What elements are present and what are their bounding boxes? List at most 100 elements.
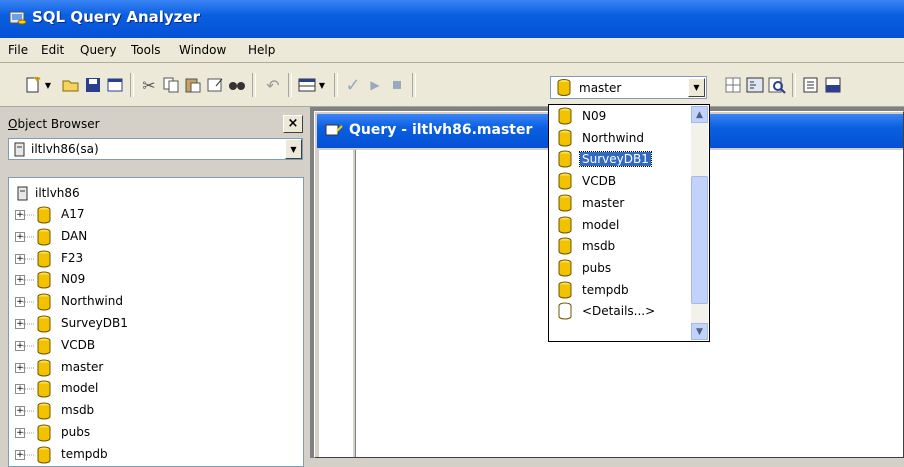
results-mode-dropdown-icon[interactable]: ▼	[316, 74, 328, 96]
show-estimated-plan-icon[interactable]	[722, 74, 744, 96]
scroll-down-icon[interactable]: ▼	[691, 323, 708, 340]
database-icon	[37, 424, 51, 445]
object-tree[interactable]: iltlvh86 + A17 + DAN + F23 + N09 + Northwind + Surv…	[8, 177, 304, 467]
copy-icon[interactable]	[160, 74, 182, 96]
menu-tools[interactable]: Tools	[131, 43, 161, 57]
app-title-bar: SQL Query Analyzer	[0, 0, 904, 38]
dropdown-option[interactable]: VCDB	[550, 171, 690, 193]
details-icon	[558, 302, 572, 323]
paste-icon[interactable]	[182, 74, 204, 96]
dropdown-option[interactable]: model	[550, 215, 690, 237]
chevron-down-icon[interactable]: ▼	[688, 78, 705, 97]
database-select[interactable]: master ▼	[550, 76, 707, 99]
scroll-up-icon[interactable]: ▲	[691, 106, 708, 123]
object-search-icon[interactable]	[766, 74, 788, 96]
tree-node-database[interactable]: + tempdb	[9, 445, 299, 465]
database-icon	[558, 281, 572, 302]
object-browser-title-rest: bject Browser	[17, 117, 100, 131]
tree-connector	[23, 301, 35, 303]
menu-bar: File Edit Query Tools Window Help	[0, 38, 904, 63]
database-icon	[37, 293, 51, 314]
results-mode-icon[interactable]	[296, 74, 318, 96]
tree-root-server[interactable]: iltlvh86	[9, 184, 299, 204]
server-select[interactable]: iltlvh86(sa) ▼	[8, 138, 303, 160]
database-icon	[558, 259, 572, 280]
dropdown-scrollbar[interactable]: ▲ ▼	[691, 106, 708, 340]
tree-connector	[23, 410, 35, 412]
tree-node-database[interactable]: + model	[9, 379, 299, 399]
tree-node-label: VCDB	[61, 337, 96, 352]
undo-icon[interactable]: ↶	[262, 74, 284, 96]
dropdown-option[interactable]: N09	[550, 106, 690, 128]
find-icon[interactable]	[226, 74, 248, 96]
database-icon	[37, 359, 51, 380]
database-icon	[37, 228, 51, 249]
tree-node-database[interactable]: + VCDB	[9, 336, 299, 356]
dropdown-option[interactable]: pubs	[550, 258, 690, 280]
scroll-thumb[interactable]	[691, 176, 708, 304]
database-icon	[558, 107, 572, 128]
tree-node-database[interactable]: + F23	[9, 249, 299, 269]
app-title: SQL Query Analyzer	[32, 8, 200, 26]
database-select-value: master	[579, 81, 622, 95]
tree-node-label: model	[61, 381, 99, 396]
database-icon	[558, 150, 572, 171]
dropdown-option-label: msdb	[582, 239, 616, 254]
tree-node-database[interactable]: + master	[9, 358, 299, 378]
database-icon	[557, 79, 571, 96]
database-icon	[558, 237, 572, 258]
tree-node-database[interactable]: + N09	[9, 270, 299, 290]
menu-query[interactable]: Query	[80, 43, 116, 57]
database-icon	[37, 315, 51, 336]
tree-node-label: pubs	[61, 425, 91, 439]
menu-edit[interactable]: Edit	[41, 43, 64, 57]
menu-help[interactable]: Help	[248, 43, 275, 57]
save-icon[interactable]	[82, 74, 104, 96]
tree-node-database[interactable]: + pubs	[9, 423, 299, 443]
tree-node-label: F23	[61, 250, 84, 265]
execute-query-icon[interactable]: ▶	[364, 74, 386, 96]
toolbar-separator	[412, 73, 416, 97]
insert-template-icon[interactable]	[204, 74, 226, 96]
tree-node-database[interactable]: + msdb	[9, 401, 299, 421]
close-icon[interactable]: ×	[283, 115, 303, 133]
tree-root-label: iltlvh86	[35, 186, 80, 200]
cancel-query-icon[interactable]	[386, 74, 408, 96]
toolbar-separator	[288, 73, 292, 97]
dropdown-option[interactable]: tempdb	[550, 280, 690, 302]
tree-node-database[interactable]: + A17	[9, 205, 299, 225]
dropdown-option[interactable]: msdb	[550, 236, 690, 258]
dropdown-option[interactable]: master	[550, 193, 690, 215]
new-query-dropdown-icon[interactable]: ▼	[42, 74, 54, 96]
current-connection-properties-icon[interactable]	[800, 74, 822, 96]
dropdown-option[interactable]: SurveyDB1	[550, 149, 690, 171]
load-script-icon[interactable]	[104, 74, 126, 96]
toolbar: ▼ ✂ ↶ ▼ ✓ ▶	[0, 63, 904, 107]
app-icon	[9, 11, 27, 25]
tree-connector	[23, 367, 35, 369]
dropdown-option[interactable]: Northwind	[550, 128, 690, 150]
tree-node-database[interactable]: + DAN	[9, 227, 299, 247]
menu-file[interactable]: File	[8, 43, 28, 57]
toolbar-separator	[792, 73, 796, 97]
dropdown-option-label: VCDB	[582, 174, 617, 189]
dropdown-option-label: master	[582, 195, 625, 210]
tree-node-label: tempdb	[61, 446, 108, 461]
tree-node-database[interactable]: + Northwind	[9, 292, 299, 312]
show-results-pane-icon[interactable]	[822, 74, 844, 96]
parse-query-icon[interactable]: ✓	[342, 74, 364, 96]
object-browser-panel: Object Browser × iltlvh86(sa) ▼ iltlvh86…	[0, 107, 308, 467]
new-query-icon[interactable]	[22, 74, 44, 96]
query-window-title: Query - iltlvh86.master	[349, 122, 533, 138]
object-browser-toggle-icon[interactable]	[744, 74, 766, 96]
database-icon	[37, 206, 51, 227]
object-browser-title: Object Browser	[8, 117, 100, 131]
cut-icon[interactable]: ✂	[138, 74, 160, 96]
open-folder-icon[interactable]	[60, 74, 82, 96]
menu-window[interactable]: Window	[179, 43, 226, 57]
chevron-down-icon[interactable]: ▼	[285, 139, 302, 159]
tree-node-database[interactable]: + SurveyDB1	[9, 314, 299, 334]
dropdown-option[interactable]: <Details...>	[550, 301, 690, 323]
tree-node-label: DAN	[61, 228, 88, 243]
tree-connector	[23, 345, 35, 347]
